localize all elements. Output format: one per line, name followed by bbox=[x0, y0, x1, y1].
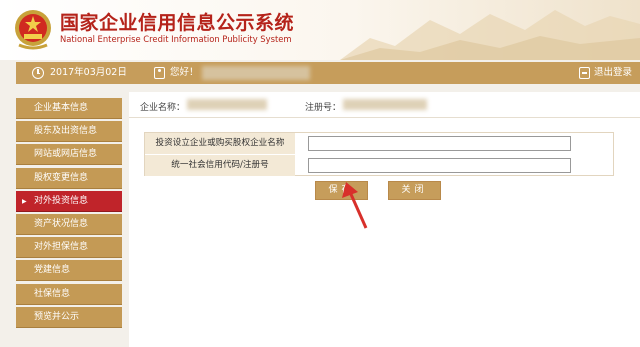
sidebar-item-outbound-investment[interactable]: 对外投资信息 bbox=[16, 190, 122, 212]
close-button[interactable]: 关闭 bbox=[388, 181, 441, 200]
reg-no-label: 注册号： bbox=[305, 103, 342, 113]
sidebar-item-guarantee-info[interactable]: 对外担保信息 bbox=[16, 237, 122, 259]
sidebar-item-asset-status[interactable]: 资产状况信息 bbox=[16, 213, 122, 235]
credit-code-input[interactable] bbox=[308, 158, 571, 173]
company-name-label: 企业名称： bbox=[140, 103, 186, 113]
annotation-arrow-icon bbox=[342, 182, 368, 229]
greeting-text: 您好！ bbox=[170, 67, 199, 78]
invested-company-label: 投资设立企业或购买股权企业名称 bbox=[145, 133, 295, 154]
national-emblem-icon bbox=[15, 10, 51, 50]
sidebar-item-social-security[interactable]: 社保信息 bbox=[16, 283, 122, 305]
redacted-username bbox=[202, 66, 310, 80]
invested-company-input[interactable] bbox=[308, 136, 571, 151]
form-row-company-name: 投资设立企业或购买股权企业名称 bbox=[145, 133, 613, 154]
info-bar: 2017年03月02日 您好！ 退出登录 bbox=[16, 62, 640, 84]
sidebar-item-equity-change[interactable]: 股权变更信息 bbox=[16, 167, 122, 189]
sidebar-item-shareholder-info[interactable]: 股东及出资信息 bbox=[16, 121, 122, 143]
page: 国家企业信用信息公示系统 National Enterprise Credit … bbox=[0, 0, 640, 347]
logout-icon[interactable] bbox=[579, 67, 590, 79]
great-wall-background bbox=[340, 10, 640, 60]
redacted-company-name bbox=[187, 99, 267, 110]
site-title: 国家企业信用信息公示系统 bbox=[60, 12, 295, 34]
redacted-reg-no bbox=[343, 99, 427, 110]
site-header: 国家企业信用信息公示系统 National Enterprise Credit … bbox=[0, 0, 640, 60]
user-icon bbox=[154, 67, 165, 79]
logout-link[interactable]: 退出登录 bbox=[594, 62, 632, 84]
site-subtitle: National Enterprise Credit Information P… bbox=[60, 34, 292, 44]
main-content: 企业名称： 注册号： 投资设立企业或购买股权企业名称 统一社会信用代码/注册号 … bbox=[129, 92, 640, 347]
form-row-credit-code: 统一社会信用代码/注册号 bbox=[145, 155, 613, 176]
clock-icon bbox=[32, 67, 44, 79]
credit-code-label: 统一社会信用代码/注册号 bbox=[145, 155, 295, 176]
sidebar-item-website-info[interactable]: 网站或网店信息 bbox=[16, 144, 122, 166]
company-info-bar: 企业名称： 注册号： bbox=[129, 92, 640, 118]
sidebar-item-party-building[interactable]: 党建信息 bbox=[16, 260, 122, 282]
current-date: 2017年03月02日 bbox=[50, 67, 127, 78]
sidebar-item-preview-publish[interactable]: 预览并公示 bbox=[16, 306, 122, 328]
sidebar-nav: 企业基本信息 股东及出资信息 网站或网店信息 股权变更信息 对外投资信息 资产状… bbox=[16, 98, 122, 330]
investment-form: 投资设立企业或购买股权企业名称 统一社会信用代码/注册号 bbox=[144, 132, 614, 176]
sidebar-item-basic-info[interactable]: 企业基本信息 bbox=[16, 98, 122, 119]
